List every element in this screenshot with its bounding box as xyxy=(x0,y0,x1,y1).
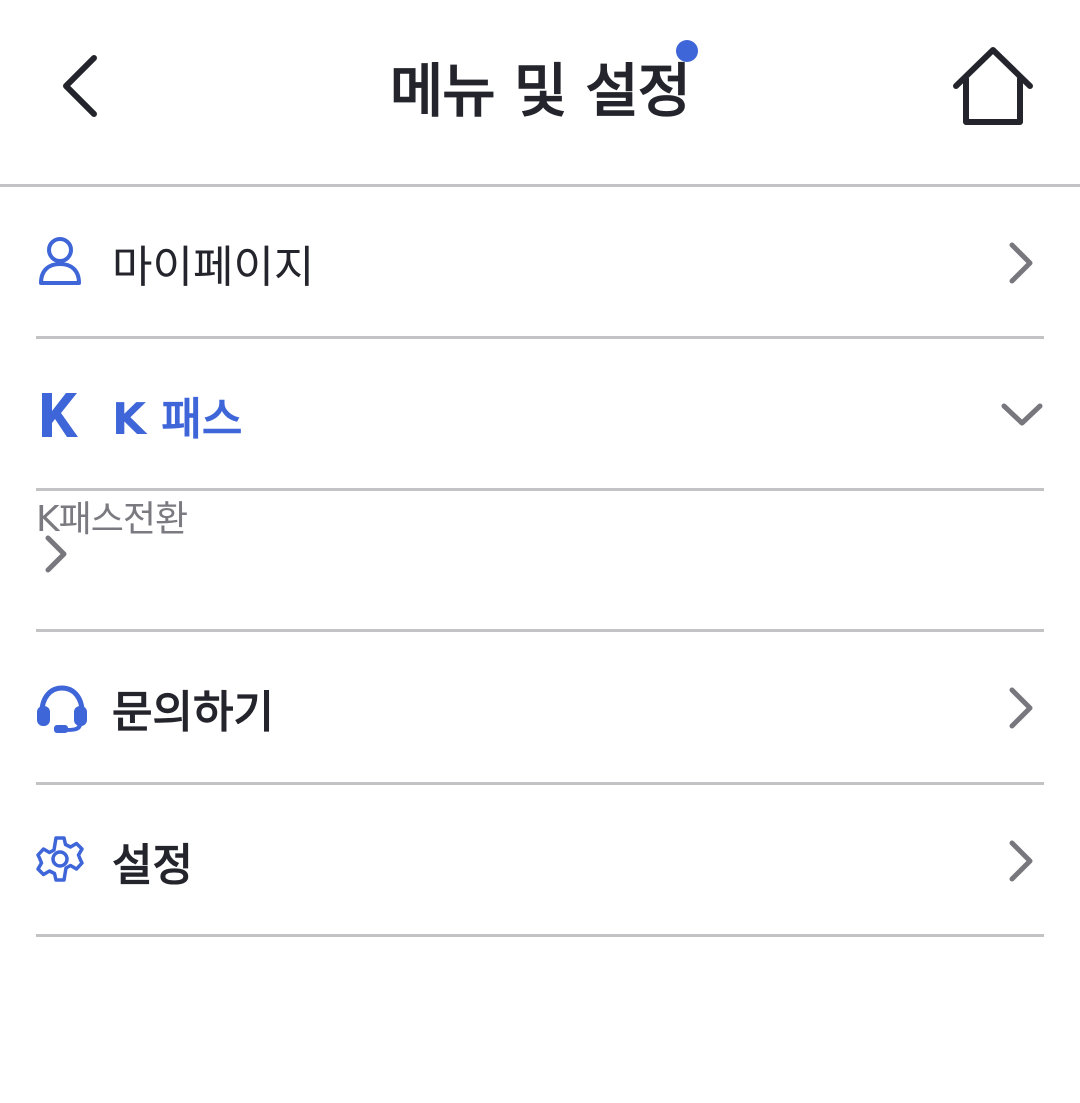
menu-item-label: 문의하기 xyxy=(112,687,274,738)
menu-item-label: 마이페이지 xyxy=(112,242,315,293)
notification-dot xyxy=(676,40,698,62)
gear-icon xyxy=(36,836,84,882)
menu-item-kpass[interactable]: K 패스 xyxy=(36,339,1044,491)
home-button[interactable] xyxy=(950,44,1036,128)
menu-item-inquiry[interactable]: 문의하기 xyxy=(36,632,1044,785)
menu-item-label: K 패스 xyxy=(112,394,243,445)
menu-item-mypage[interactable]: 마이페이지 xyxy=(36,187,1044,339)
divider xyxy=(36,934,1044,937)
chevron-down-icon xyxy=(1001,403,1043,426)
menu-item-settings[interactable]: 설정 xyxy=(36,785,1044,937)
page-title: 메뉴 및 설정 xyxy=(389,57,691,125)
chevron-right-icon xyxy=(1009,242,1033,284)
menu-item-label: 설정 xyxy=(112,840,193,891)
person-icon xyxy=(39,237,81,285)
top-app-bar: 메뉴 및 설정 xyxy=(0,0,1080,187)
chevron-right-icon xyxy=(1009,687,1033,729)
chevron-right-icon xyxy=(45,535,67,573)
k-logo-icon xyxy=(42,393,78,437)
home-icon xyxy=(953,47,1033,125)
chevron-right-icon xyxy=(1009,840,1033,882)
submenu-item-kpass-switch[interactable]: K패스전환 xyxy=(36,490,1044,632)
headset-icon xyxy=(37,685,87,733)
